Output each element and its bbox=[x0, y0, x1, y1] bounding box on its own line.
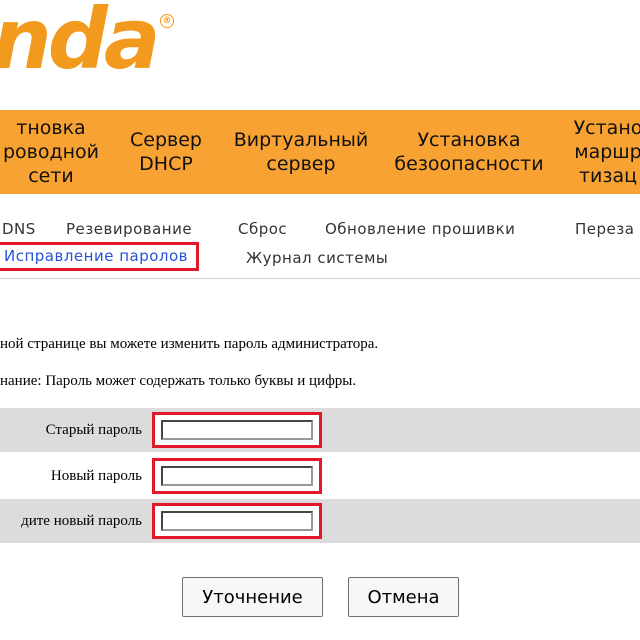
new-password-row: Новый пароль bbox=[0, 454, 640, 498]
subnav-reservation[interactable]: Резевирование bbox=[66, 220, 192, 238]
confirm-password-highlight bbox=[152, 503, 322, 539]
subnav-change-password[interactable]: Исправление паролов bbox=[0, 242, 199, 271]
new-password-input[interactable] bbox=[161, 466, 313, 486]
info-text-line1: ной странице вы можете изменить пароль а… bbox=[0, 336, 379, 352]
nav-dhcp-server[interactable]: Сервер DHCP bbox=[118, 110, 214, 194]
new-password-label: Новый пароль bbox=[50, 468, 142, 484]
nav-wireless-setup[interactable]: тновка роводной сети bbox=[0, 110, 110, 194]
old-password-row: Старый пароль bbox=[0, 408, 640, 452]
subnav-firmware-upgrade[interactable]: Обновление прошивки bbox=[325, 220, 515, 238]
subnav-divider bbox=[0, 278, 640, 279]
registered-mark: ® bbox=[160, 14, 174, 28]
confirm-password-row: дите новый пароль bbox=[0, 499, 640, 543]
subnav-system-log[interactable]: Журнал системы bbox=[246, 249, 388, 267]
old-password-highlight bbox=[152, 412, 322, 448]
cancel-button[interactable]: Отмена bbox=[348, 577, 459, 617]
confirm-password-input[interactable] bbox=[161, 511, 313, 531]
tenda-logo: nda bbox=[0, 0, 161, 88]
main-nav: тновка роводной сети Сервер DHCP Виртуал… bbox=[0, 110, 640, 194]
subnav-reboot[interactable]: Переза bbox=[575, 220, 634, 238]
nav-security-setup[interactable]: Установка безоопасности bbox=[380, 110, 558, 194]
nav-virtual-server[interactable]: Виртуальный сервер bbox=[218, 110, 384, 194]
nav-routing[interactable]: Устано маршр тизац bbox=[558, 110, 640, 194]
confirm-password-label: дите новый пароль bbox=[21, 513, 142, 529]
old-password-label: Старый пароль bbox=[45, 422, 142, 438]
subnav-reset[interactable]: Сброс bbox=[238, 220, 287, 238]
new-password-highlight bbox=[152, 458, 322, 494]
sub-nav: DNS Резевирование Сброс Обновление проши… bbox=[0, 212, 640, 278]
info-text-line2: нание: Пароль может содержать только бук… bbox=[0, 373, 357, 389]
old-password-input[interactable] bbox=[161, 420, 313, 440]
subnav-dns[interactable]: DNS bbox=[2, 220, 36, 238]
apply-button[interactable]: Уточнение bbox=[182, 577, 323, 617]
